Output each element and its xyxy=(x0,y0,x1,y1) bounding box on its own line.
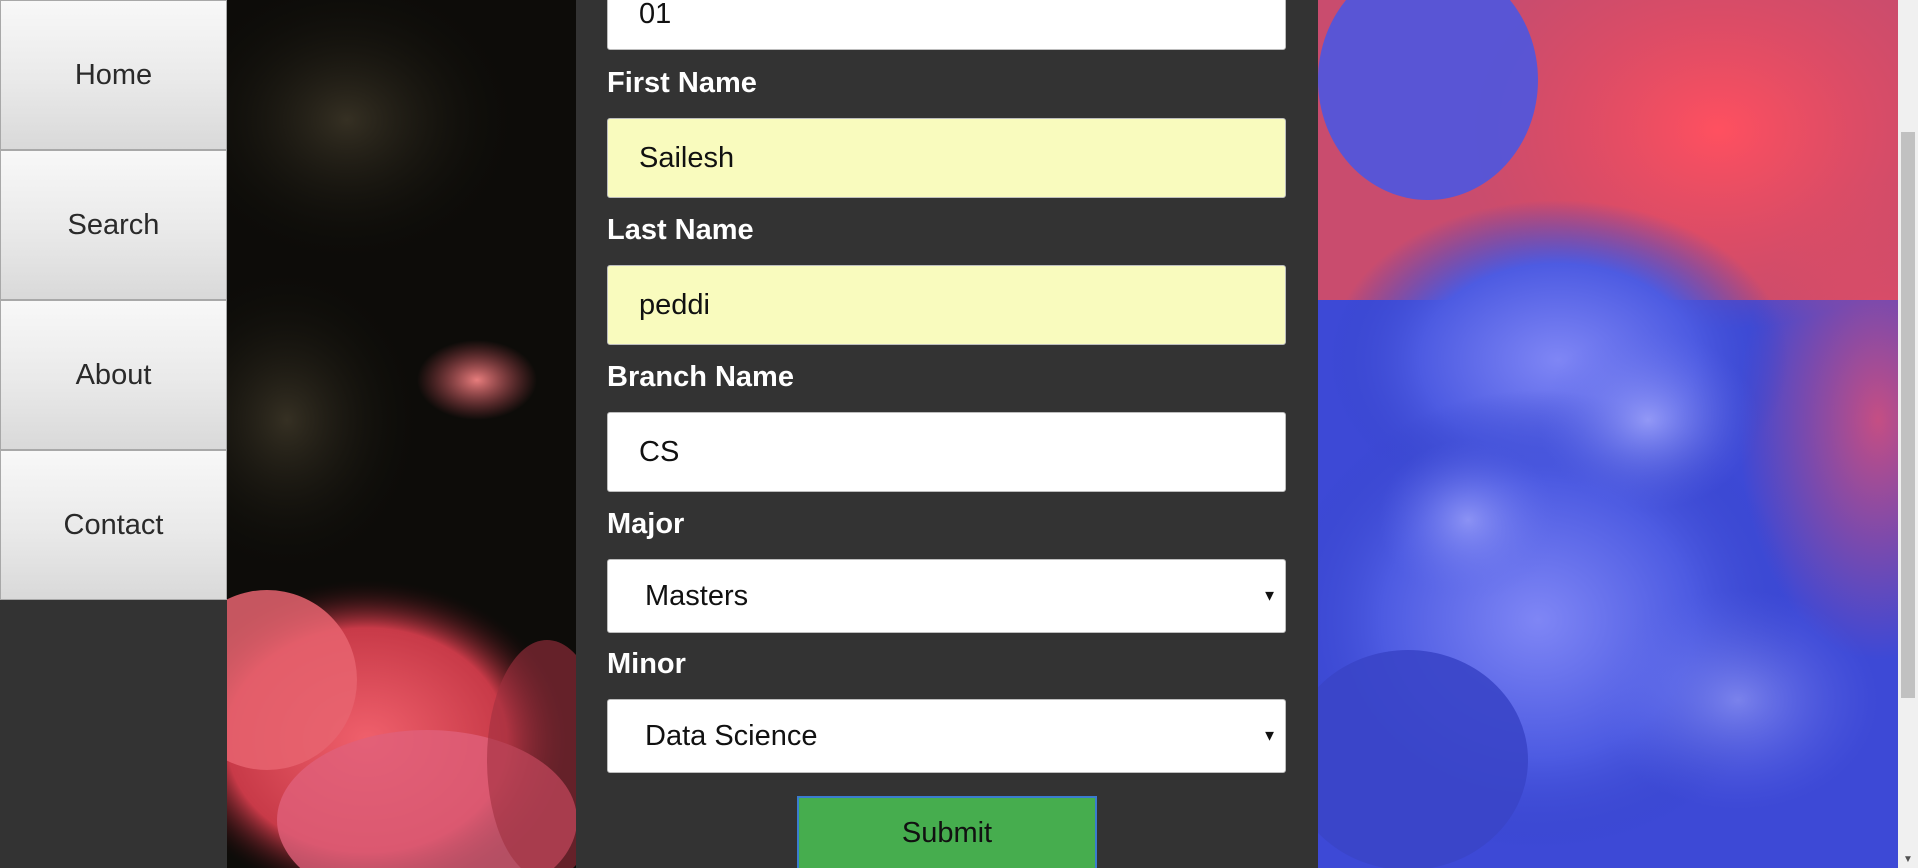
nav-contact-button[interactable]: Contact xyxy=(0,450,227,600)
caret-down-icon: ▼ xyxy=(1262,587,1277,605)
scroll-down-arrow-icon[interactable]: ▼ xyxy=(1898,851,1918,868)
branch-name-label: Branch Name xyxy=(607,361,794,393)
major-label: Major xyxy=(607,508,685,540)
side-navigation: Home Search About Contact xyxy=(0,0,227,868)
submit-button[interactable]: Submit xyxy=(797,796,1097,868)
major-selected-value: Masters xyxy=(645,579,749,612)
major-select[interactable]: Masters ▼ xyxy=(607,559,1286,633)
minor-select[interactable]: Data Science ▼ xyxy=(607,699,1286,773)
minor-label: Minor xyxy=(607,648,686,680)
background-image-right xyxy=(1318,0,1898,868)
first-name-input[interactable] xyxy=(607,118,1286,198)
minor-selected-value: Data Science xyxy=(645,719,818,752)
smoke-image-right xyxy=(1318,0,1898,868)
nav-about-button[interactable]: About xyxy=(0,300,227,450)
caret-down-icon: ▼ xyxy=(1262,727,1277,745)
smoke-image-left xyxy=(227,0,576,868)
nav-home-button[interactable]: Home xyxy=(0,0,227,150)
last-name-input[interactable] xyxy=(607,265,1286,345)
last-name-label: Last Name xyxy=(607,214,754,246)
background-image-left xyxy=(227,0,576,868)
nav-search-button[interactable]: Search xyxy=(0,150,227,300)
first-name-label: First Name xyxy=(607,67,757,99)
branch-name-input[interactable] xyxy=(607,412,1286,492)
vertical-scrollbar[interactable]: ▼ xyxy=(1898,0,1918,868)
student-id-input[interactable] xyxy=(607,0,1286,50)
student-form: First Name Last Name Branch Name Major M… xyxy=(578,0,1316,868)
scrollbar-thumb[interactable] xyxy=(1901,132,1915,698)
